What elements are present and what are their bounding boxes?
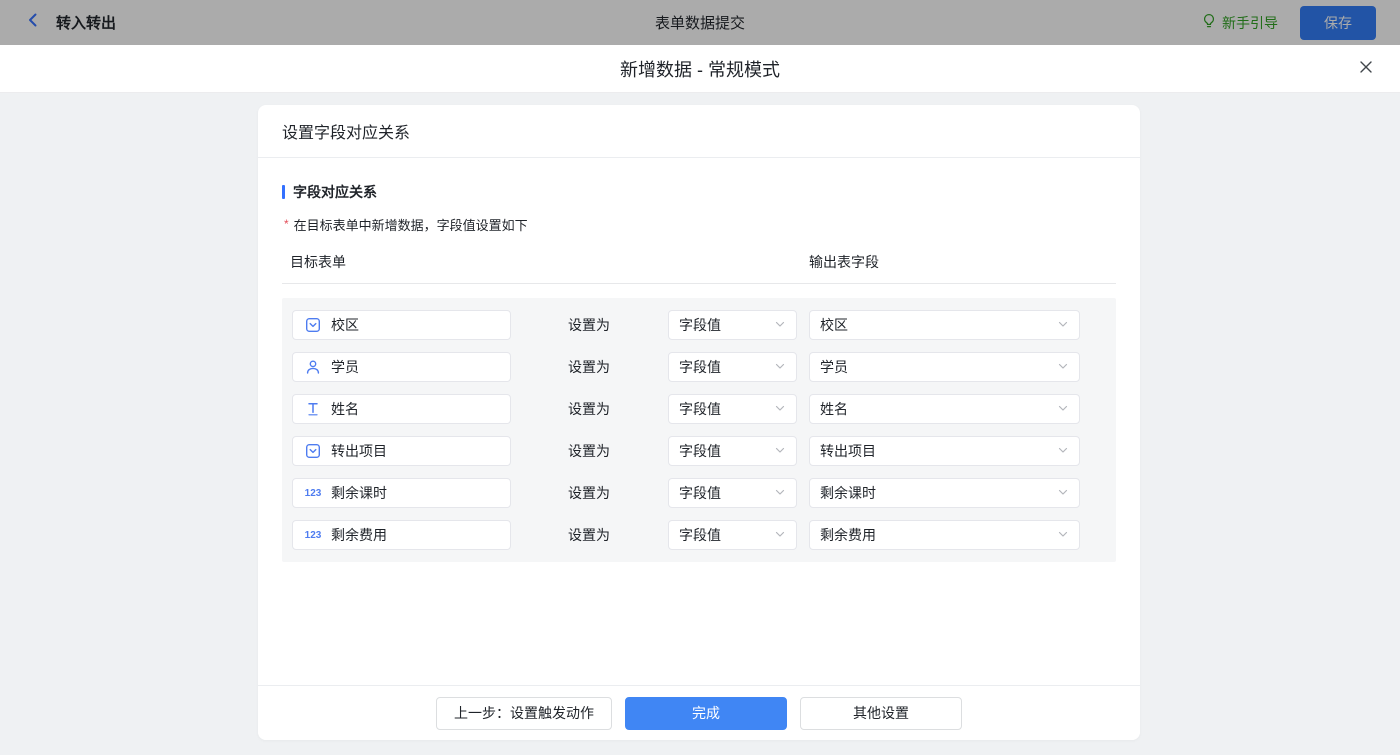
value-mode-selected: 字段值 [679, 315, 721, 335]
chevron-down-icon [1057, 485, 1069, 501]
chevron-down-icon [1057, 401, 1069, 417]
field-mapping-row: 姓名 设置为 字段值 姓名 [292, 388, 1106, 430]
field-mapping-row: 123 剩余课时 设置为 字段值 剩余课时 [292, 472, 1106, 514]
output-field-selected: 姓名 [820, 399, 848, 419]
target-field-box[interactable]: 转出项目 [292, 436, 511, 466]
field-mapping-row: 学员 设置为 字段值 学员 [292, 346, 1106, 388]
select-field-icon [303, 317, 323, 333]
card-footer: 上一步：设置触发动作 完成 其他设置 [258, 685, 1140, 740]
column-header-target-form: 目标表单 [290, 254, 346, 270]
value-mode-select[interactable]: 字段值 [668, 310, 797, 340]
target-field-box[interactable]: 校区 [292, 310, 511, 340]
target-field-label: 转出项目 [331, 441, 387, 461]
member-field-icon [303, 359, 323, 375]
output-field-select[interactable]: 学员 [809, 352, 1080, 382]
chevron-down-icon [774, 401, 786, 417]
text-field-icon [303, 401, 323, 417]
back-chevron-icon [24, 11, 42, 34]
field-mapping-row: 转出项目 设置为 字段值 转出项目 [292, 430, 1106, 472]
target-field-label: 校区 [331, 315, 359, 335]
section-accent-bar [282, 185, 285, 199]
value-mode-select[interactable]: 字段值 [668, 436, 797, 466]
novice-guide-label: 新手引导 [1222, 13, 1278, 33]
modal-title: 新增数据 - 常规模式 [620, 56, 780, 82]
output-field-selected: 剩余费用 [820, 525, 876, 545]
chevron-down-icon [1057, 359, 1069, 375]
chevron-down-icon [774, 443, 786, 459]
select-field-icon [303, 443, 323, 459]
chevron-down-icon [774, 359, 786, 375]
output-field-selected: 转出项目 [820, 441, 876, 461]
field-mapping-row: 校区 设置为 字段值 校区 [292, 304, 1106, 346]
value-mode-selected: 字段值 [679, 525, 721, 545]
output-field-select[interactable]: 姓名 [809, 394, 1080, 424]
target-field-box[interactable]: 姓名 [292, 394, 511, 424]
value-mode-select[interactable]: 字段值 [668, 352, 797, 382]
output-field-select[interactable]: 剩余课时 [809, 478, 1080, 508]
chevron-down-icon [1057, 317, 1069, 333]
done-button[interactable]: 完成 [625, 697, 787, 730]
chevron-down-icon [774, 527, 786, 543]
chevron-down-icon [1057, 443, 1069, 459]
target-field-box[interactable]: 123 剩余费用 [292, 520, 511, 550]
set-as-label: 设置为 [568, 525, 612, 545]
number-field-icon: 123 [303, 488, 323, 499]
target-field-label: 学员 [331, 357, 359, 377]
back-button[interactable] [24, 11, 42, 34]
output-field-select[interactable]: 校区 [809, 310, 1080, 340]
chevron-down-icon [774, 485, 786, 501]
column-header-output-fields: 输出表字段 [809, 252, 879, 272]
set-as-label: 设置为 [568, 483, 612, 503]
chevron-down-icon [774, 317, 786, 333]
target-field-box[interactable]: 学员 [292, 352, 511, 382]
other-settings-button[interactable]: 其他设置 [800, 697, 962, 730]
value-mode-selected: 字段值 [679, 483, 721, 503]
field-mapping-card: 设置字段对应关系 字段对应关系 * 在目标表单中新增数据，字段值设置如下 目标表… [258, 105, 1140, 740]
output-field-select[interactable]: 剩余费用 [809, 520, 1080, 550]
close-icon [1358, 59, 1374, 80]
value-mode-select[interactable]: 字段值 [668, 478, 797, 508]
output-field-selected: 剩余课时 [820, 483, 876, 503]
value-mode-selected: 字段值 [679, 441, 721, 461]
number-field-icon: 123 [303, 530, 323, 541]
target-field-box[interactable]: 123 剩余课时 [292, 478, 511, 508]
section-title-text: 字段对应关系 [293, 182, 377, 202]
topbar-back-label: 转入转出 [56, 12, 116, 33]
card-header: 设置字段对应关系 [258, 105, 1140, 158]
chevron-down-icon [1057, 527, 1069, 543]
value-mode-selected: 字段值 [679, 399, 721, 419]
save-button[interactable]: 保存 [1300, 6, 1376, 40]
topbar-title: 表单数据提交 [0, 12, 1400, 33]
value-mode-select[interactable]: 字段值 [668, 394, 797, 424]
required-note: * 在目标表单中新增数据，字段值设置如下 [282, 215, 1116, 234]
required-asterisk: * [284, 217, 289, 231]
section-title: 字段对应关系 [282, 182, 1116, 202]
output-field-select[interactable]: 转出项目 [809, 436, 1080, 466]
modal-header: 新增数据 - 常规模式 [0, 45, 1400, 93]
set-as-label: 设置为 [568, 399, 612, 419]
required-note-text: 在目标表单中新增数据，字段值设置如下 [294, 215, 528, 234]
novice-guide-link[interactable]: 新手引导 [1201, 13, 1278, 33]
target-field-label: 剩余课时 [331, 483, 387, 503]
column-headers: 目标表单 输出表字段 [282, 252, 1116, 284]
target-field-label: 姓名 [331, 399, 359, 419]
topbar: 转入转出 表单数据提交 新手引导 保存 [0, 0, 1400, 45]
field-mapping-panel: 校区 设置为 字段值 校区 学员 设置为 字段值 学员 [282, 298, 1116, 562]
close-button[interactable] [1356, 59, 1376, 79]
field-mapping-row: 123 剩余费用 设置为 字段值 剩余费用 [292, 514, 1106, 556]
set-as-label: 设置为 [568, 357, 612, 377]
value-mode-selected: 字段值 [679, 357, 721, 377]
prev-step-button[interactable]: 上一步：设置触发动作 [436, 697, 612, 730]
output-field-selected: 学员 [820, 357, 848, 377]
value-mode-select[interactable]: 字段值 [668, 520, 797, 550]
lightbulb-icon [1201, 13, 1217, 32]
set-as-label: 设置为 [568, 315, 612, 335]
output-field-selected: 校区 [820, 315, 848, 335]
target-field-label: 剩余费用 [331, 525, 387, 545]
set-as-label: 设置为 [568, 441, 612, 461]
